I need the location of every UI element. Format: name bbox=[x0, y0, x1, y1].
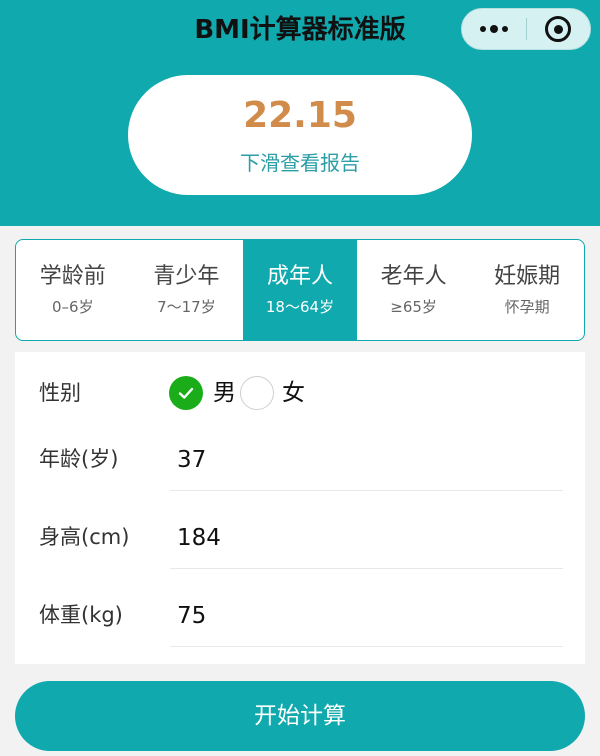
tab-range: 7～17岁 bbox=[157, 298, 216, 316]
height-underline bbox=[170, 568, 563, 569]
target-close-icon bbox=[545, 16, 572, 42]
age-label: 年龄(岁) bbox=[39, 447, 119, 471]
tab-label: 妊娠期 bbox=[494, 264, 561, 289]
start-calculate-button[interactable]: 开始计算 bbox=[15, 681, 585, 751]
result-card[interactable]: 22.15 下滑查看报告 bbox=[128, 75, 472, 195]
gender-male-label[interactable]: 男 bbox=[213, 376, 236, 410]
tab-range: 0–6岁 bbox=[52, 298, 94, 316]
input-form: 性别 男 女 年龄(岁) 37 身高(cm) 184 体重(kg) 75 bbox=[15, 352, 585, 664]
tab-range: ≥65岁 bbox=[390, 298, 437, 316]
bmi-value: 22.15 bbox=[243, 95, 357, 136]
age-input[interactable]: 37 bbox=[177, 445, 206, 475]
weight-underline bbox=[170, 646, 563, 647]
tab-senior[interactable]: 老年人 ≥65岁 bbox=[357, 240, 471, 340]
tab-range: 18～64岁 bbox=[265, 298, 335, 316]
tab-label: 学龄前 bbox=[39, 264, 106, 289]
tab-label: 青少年 bbox=[153, 264, 220, 289]
height-input[interactable]: 184 bbox=[177, 523, 221, 553]
age-group-tabs: 学龄前 0–6岁 青少年 7～17岁 成年人 18～64岁 老年人 ≥65岁 妊… bbox=[15, 239, 585, 341]
view-report-link[interactable]: 下滑查看报告 bbox=[128, 149, 472, 177]
checkmark-icon bbox=[178, 387, 194, 399]
tab-teenager[interactable]: 青少年 7～17岁 bbox=[130, 240, 244, 340]
mini-program-capsule bbox=[461, 8, 591, 50]
tab-range: 怀孕期 bbox=[504, 298, 550, 316]
header-bar: BMI计算器标准版 22.15 下滑查看报告 bbox=[0, 0, 600, 226]
gender-female-radio[interactable] bbox=[240, 376, 274, 410]
weight-input[interactable]: 75 bbox=[177, 601, 206, 631]
tab-preschool[interactable]: 学龄前 0–6岁 bbox=[16, 240, 130, 340]
weight-label: 体重(kg) bbox=[39, 603, 123, 627]
height-label: 身高(cm) bbox=[39, 525, 130, 549]
tab-label: 成年人 bbox=[266, 264, 333, 289]
gender-female-label[interactable]: 女 bbox=[282, 376, 305, 410]
more-dots-icon bbox=[479, 25, 508, 33]
gender-male-radio[interactable] bbox=[169, 376, 203, 410]
gender-label: 性别 bbox=[39, 381, 81, 405]
tab-adult[interactable]: 成年人 18～64岁 bbox=[243, 240, 357, 340]
close-button[interactable] bbox=[527, 9, 591, 49]
more-button[interactable] bbox=[462, 9, 526, 49]
age-underline bbox=[170, 490, 563, 491]
tab-label: 老年人 bbox=[380, 264, 447, 289]
tab-pregnancy[interactable]: 妊娠期 怀孕期 bbox=[470, 240, 584, 340]
